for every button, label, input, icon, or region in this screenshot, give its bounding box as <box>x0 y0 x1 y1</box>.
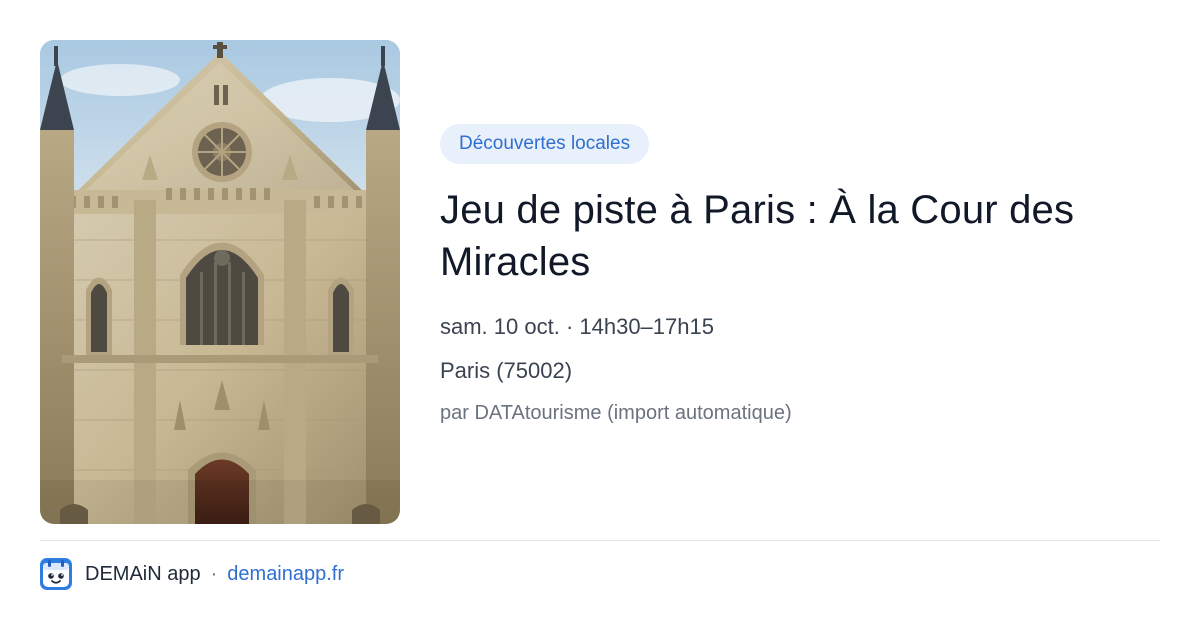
event-details: sam. 10 oct. · 14h30–17h15 Paris (75002)… <box>440 312 792 428</box>
footer-divider <box>40 540 1160 541</box>
event-title[interactable]: Jeu de piste à Paris : À la Cour des Mir… <box>440 184 1170 288</box>
category-badge[interactable]: Découvertes locales <box>440 124 650 164</box>
event-photo[interactable] <box>40 40 400 524</box>
event-date-time: sam. 10 oct. · 14h30–17h15 <box>440 314 714 339</box>
footer-separator: · <box>210 562 218 585</box>
event-source: par DATAtourisme (import automatique) <box>440 402 792 424</box>
app-name: DEMAiN app <box>85 562 201 585</box>
demain-app-logo-icon <box>40 558 72 590</box>
event-location: Paris (75002) <box>440 358 573 383</box>
app-website-link[interactable]: demainapp.fr <box>227 563 344 586</box>
footer: DEMAiN app · demainapp.fr <box>40 558 344 590</box>
church-facade-image <box>40 40 400 524</box>
